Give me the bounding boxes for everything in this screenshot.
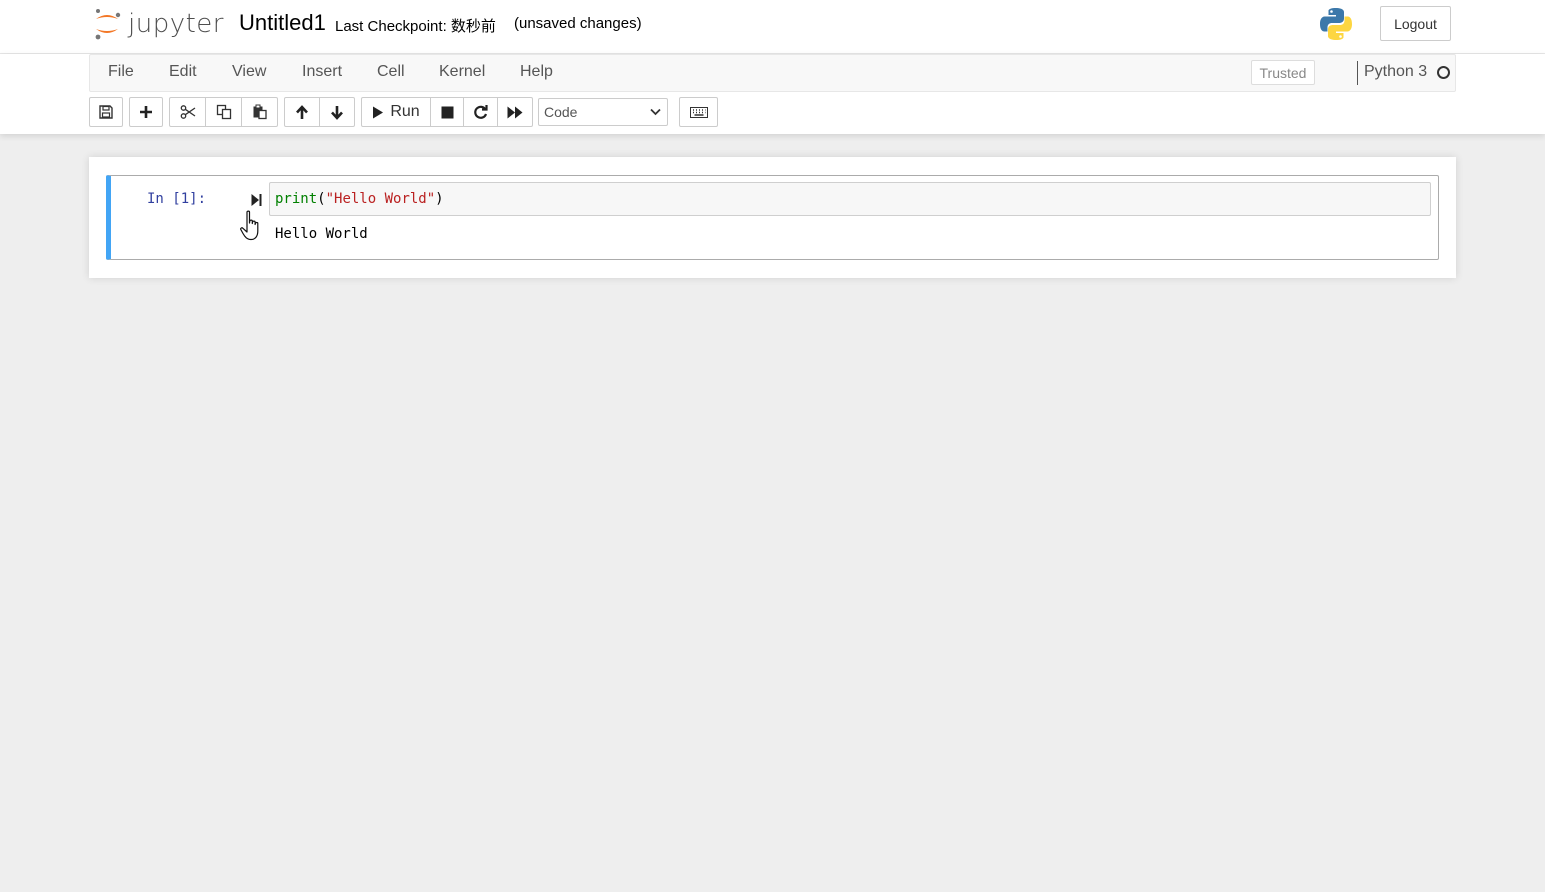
stop-icon <box>441 106 453 118</box>
menu-kernel[interactable]: Kernel <box>439 63 485 81</box>
logout-button[interactable]: Logout <box>1380 6 1451 41</box>
refresh-icon <box>474 104 488 119</box>
restart-run-all-button[interactable] <box>497 97 533 127</box>
run-button-label: Run <box>390 103 420 120</box>
hand-cursor-icon <box>240 210 259 241</box>
kernel-name[interactable]: Python 3 <box>1364 63 1427 81</box>
jupyter-logo[interactable]: jupyter <box>92 6 224 42</box>
autosave-status: (unsaved changes) <box>514 15 642 32</box>
restart-kernel-button[interactable] <box>463 97 498 127</box>
menu-edit[interactable]: Edit <box>169 63 197 81</box>
code-builtin-token: print <box>275 191 318 207</box>
plus-icon <box>140 106 152 118</box>
paste-icon <box>253 104 267 120</box>
command-palette-button[interactable] <box>679 97 718 127</box>
scissors-icon <box>180 105 195 119</box>
python-logo-icon <box>1320 8 1352 40</box>
menu-view[interactable]: View <box>232 63 266 81</box>
header: jupyter Untitled1 Last Checkpoint: 数秒前 (… <box>0 0 1545 54</box>
cut-button[interactable] <box>169 97 206 127</box>
copy-icon <box>216 104 231 120</box>
menu-file[interactable]: File <box>108 63 134 81</box>
play-icon <box>373 106 384 118</box>
move-up-button[interactable] <box>284 97 320 127</box>
move-down-button[interactable] <box>319 97 355 127</box>
cell-type-value: Code <box>544 104 578 120</box>
menubar-container: File Edit View Insert Cell Kernel Help T… <box>0 54 1545 134</box>
fast-forward-icon <box>507 106 523 118</box>
trusted-button[interactable]: Trusted <box>1251 60 1315 85</box>
jupyter-logo-icon <box>95 9 121 40</box>
arrow-down-icon <box>331 105 343 120</box>
chevron-down-icon <box>650 108 661 116</box>
insert-cell-button[interactable] <box>129 97 163 127</box>
run-button[interactable]: Run <box>361 97 431 127</box>
code-line: print("Hello World") <box>275 191 444 207</box>
kernel-separator <box>1357 61 1358 85</box>
paste-button[interactable] <box>241 97 278 127</box>
code-close-paren: ) <box>435 191 444 207</box>
menubar: File Edit View Insert Cell Kernel Help T… <box>89 54 1456 92</box>
notebook-container: In [1]: <box>89 157 1456 278</box>
cell-type-select[interactable]: Code <box>538 98 668 126</box>
menu-cell[interactable]: Cell <box>377 63 405 81</box>
copy-button[interactable] <box>205 97 242 127</box>
menu-help[interactable]: Help <box>520 63 553 81</box>
code-string-token: "Hello World" <box>325 191 436 207</box>
notebook-name[interactable]: Untitled1 <box>239 10 326 36</box>
code-open-paren: ( <box>317 191 326 207</box>
jupyter-logo-text: jupyter <box>128 9 224 39</box>
interrupt-kernel-button[interactable] <box>430 97 464 127</box>
menu-insert[interactable]: Insert <box>302 63 342 81</box>
kernel-idle-indicator-icon <box>1437 66 1450 79</box>
cell-output: Hello World <box>275 226 368 242</box>
run-cell-icon[interactable] <box>251 193 262 207</box>
arrow-up-icon <box>296 104 308 119</box>
save-button[interactable] <box>89 97 123 127</box>
input-prompt: In [1]: <box>147 191 207 207</box>
save-icon <box>99 105 113 119</box>
last-checkpoint: Last Checkpoint: 数秒前 <box>335 18 496 35</box>
keyboard-icon <box>689 106 708 118</box>
